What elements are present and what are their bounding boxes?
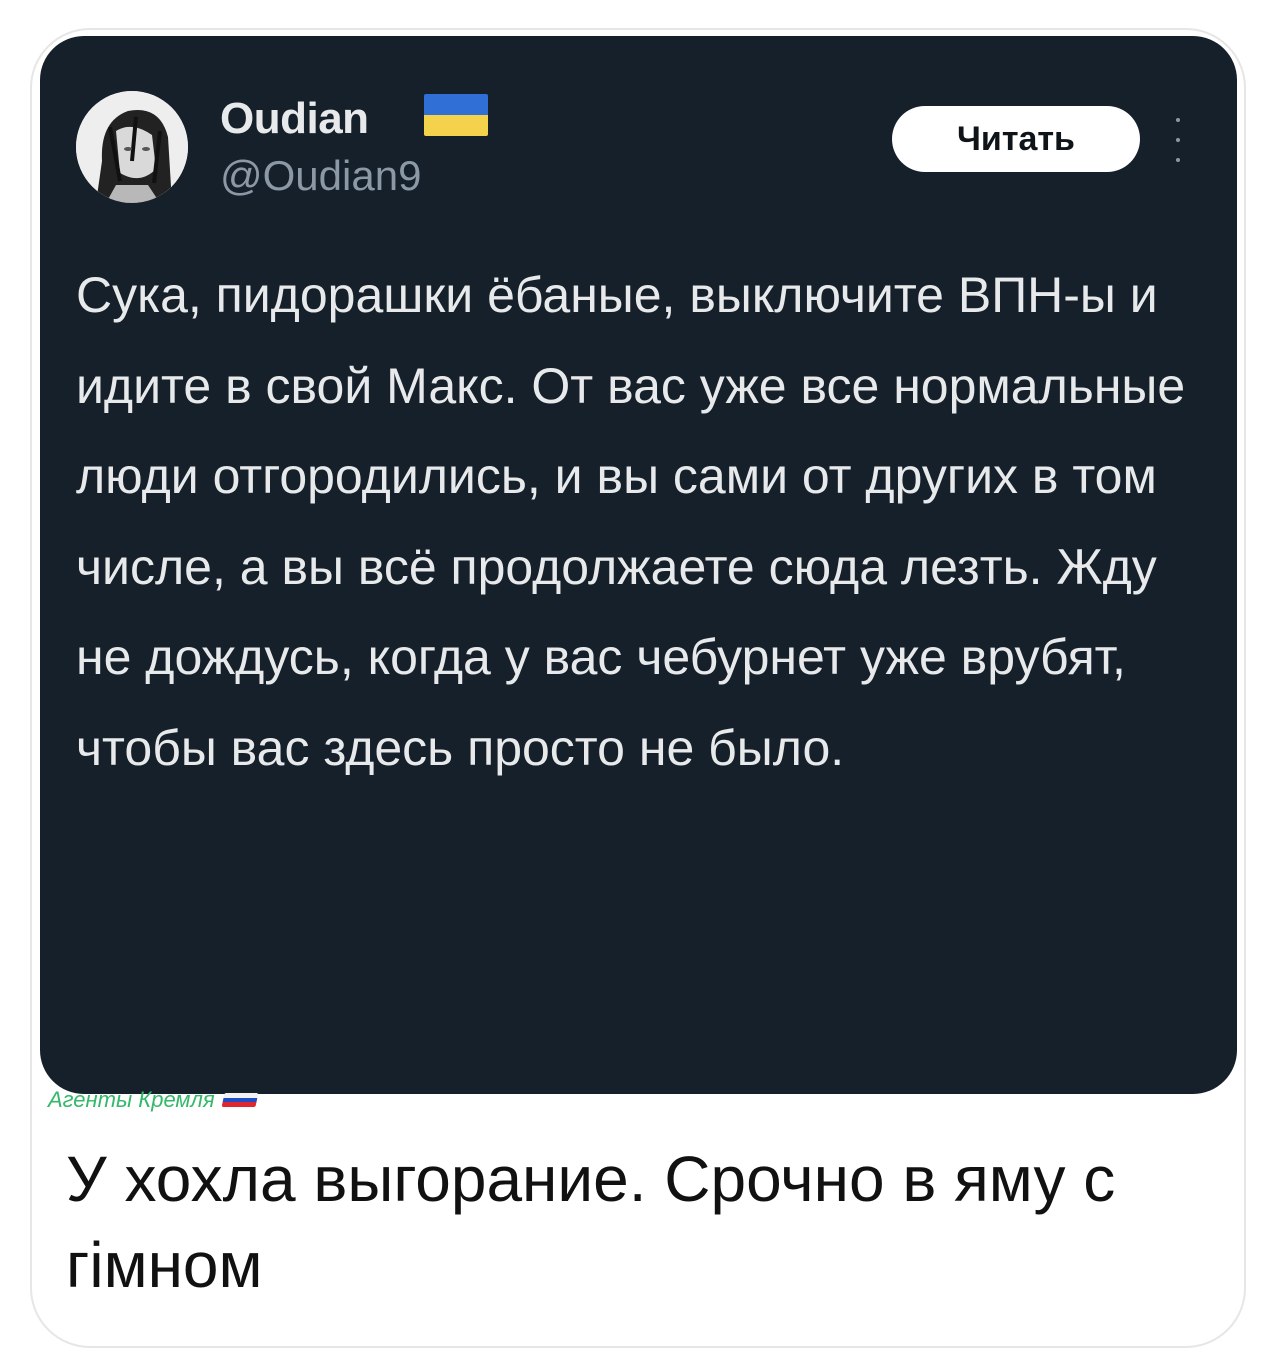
more-options-icon[interactable] [1172, 118, 1184, 162]
avatar[interactable] [76, 91, 188, 203]
display-name[interactable]: Oudian [220, 94, 369, 144]
follow-button[interactable]: Читать [892, 106, 1140, 172]
avatar-icon [76, 91, 188, 203]
watermark: Агенты Кремля [48, 1087, 259, 1113]
user-handle[interactable]: @Oudian9 [220, 152, 421, 200]
russia-flag-icon [221, 1093, 259, 1107]
watermark-text: Агенты Кремля [48, 1087, 215, 1112]
ukraine-flag-icon [424, 94, 488, 136]
post-caption: У хохла выгорание. Срочно в яму с гімном [66, 1143, 1116, 1301]
tweet-text: Сука, пидорашки ёбаные, выключите ВПН-ы … [76, 267, 1186, 776]
